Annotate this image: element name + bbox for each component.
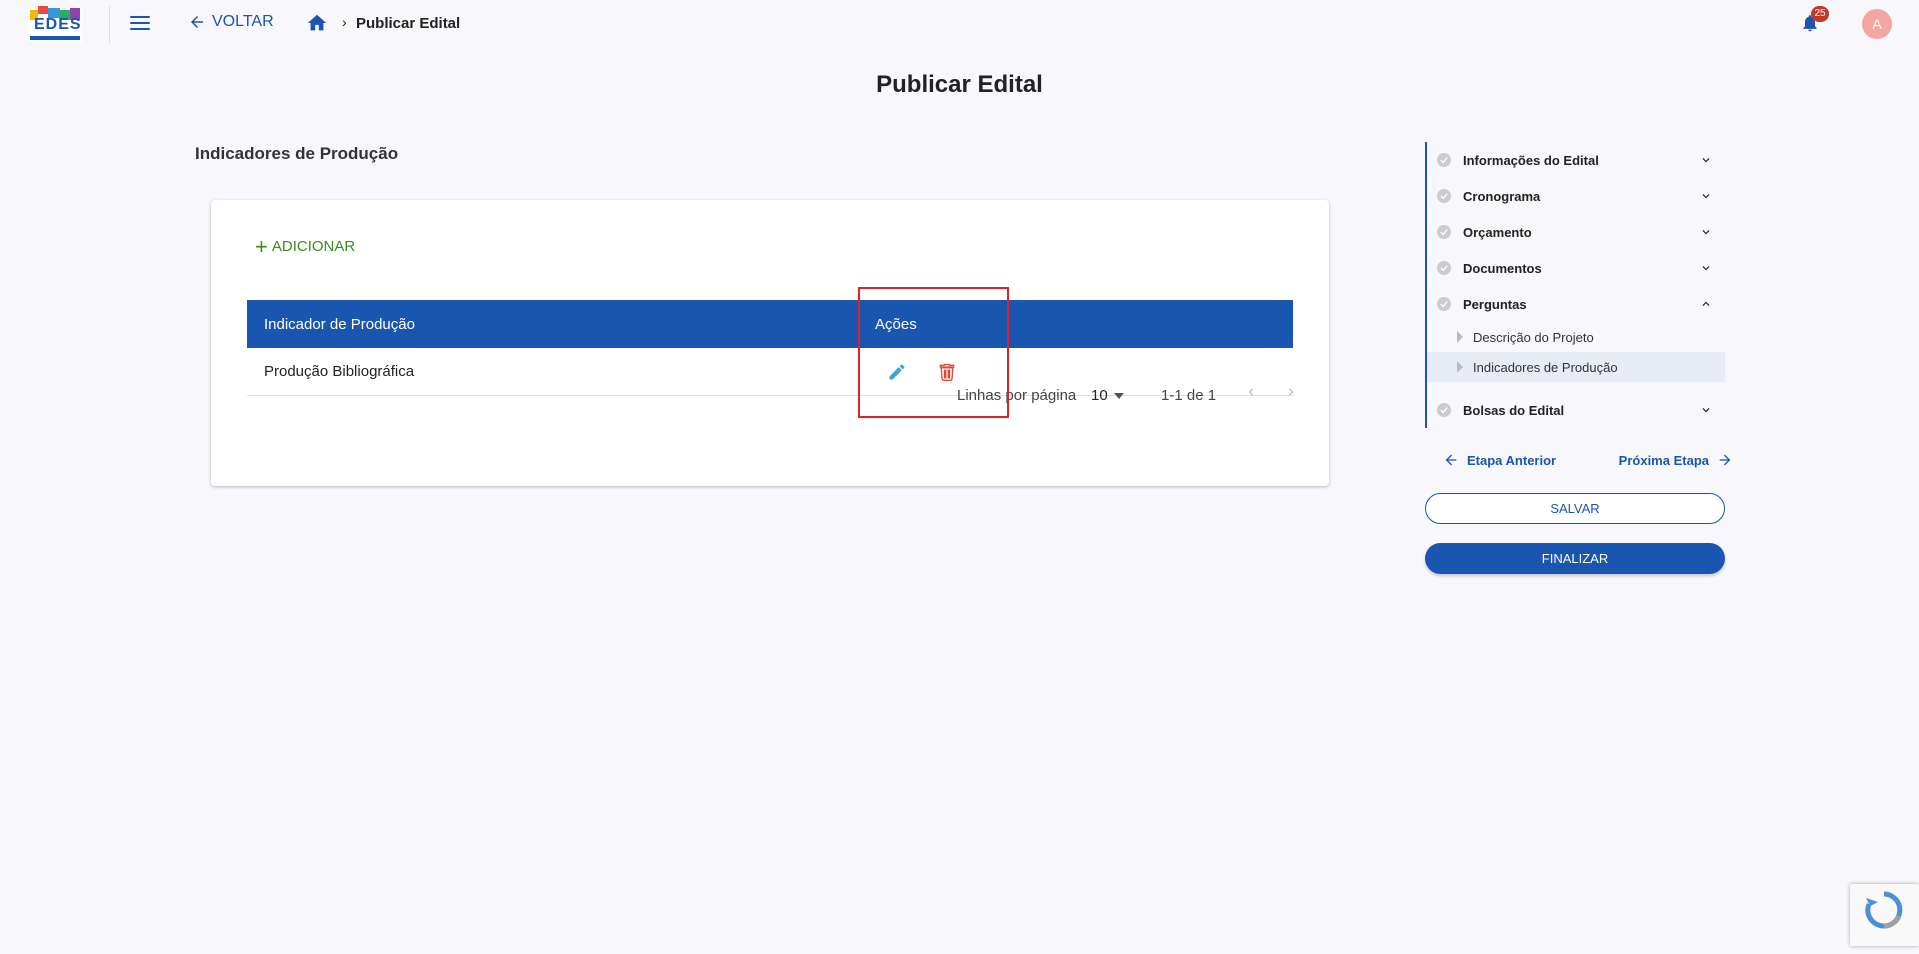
step-label: Documentos [1463,260,1542,276]
step-cronograma[interactable]: Cronograma [1425,178,1725,214]
save-button[interactable]: SALVAR [1425,493,1725,524]
check-circle-icon [1437,189,1451,203]
back-label: VOLTAR [212,13,274,30]
check-circle-icon [1437,261,1451,275]
column-header-indicador: Indicador de Produção [264,315,415,333]
previous-step-label: Etapa Anterior [1467,452,1557,468]
add-label: ADICIONAR [271,238,356,255]
finish-button[interactable]: FINALIZAR [1425,543,1725,574]
avatar[interactable]: A [1862,9,1892,39]
pagination-range: 1-1 de 1 [1161,387,1217,404]
next-step-button[interactable]: Próxima Etapa [1619,452,1733,468]
top-bar: EDES VOLTAR › Publicar Edital 25 A [0,0,1919,46]
cell-indicador: Produção Bibliográfica [264,363,415,380]
next-page-button[interactable] [1284,385,1298,403]
step-orcamento[interactable]: Orçamento [1425,214,1725,250]
step-perguntas[interactable]: Perguntas [1425,286,1725,322]
row-actions [875,362,957,382]
menu-button[interactable] [130,12,150,34]
stepper: Informações do Edital Cronograma Orçamen… [1425,142,1725,428]
chevron-up-icon [1702,301,1710,306]
recaptcha-icon [1865,891,1903,929]
add-button[interactable]: + ADICIONAR [255,233,356,259]
step-label: Cronograma [1463,188,1541,204]
rows-per-page-value: 10 [1091,387,1108,404]
arrow-left-icon [191,16,203,28]
arrow-right-icon [1719,454,1731,466]
step-navigation: Etapa Anterior Próxima Etapa [1443,452,1733,468]
previous-page-button[interactable] [1244,385,1258,403]
breadcrumb-current: Publicar Edital [356,15,461,32]
check-circle-icon [1437,225,1451,239]
chevron-right-icon [1289,388,1294,396]
pagination: Linhas por página 10 1-1 de 1 [211,381,1329,411]
substep-label: Descrição do Projeto [1473,329,1594,345]
chevron-left-icon [1248,388,1253,396]
notification-badge: 25 [1811,6,1829,22]
chevron-down-icon [1702,158,1710,163]
home-button[interactable] [306,12,328,39]
edit-button[interactable] [887,362,907,382]
menu-icon [130,16,150,18]
substep-descricao-projeto[interactable]: Descrição do Projeto [1425,322,1725,352]
step-label: Orçamento [1463,224,1532,240]
step-informacoes[interactable]: Informações do Edital [1425,142,1725,178]
trash-icon [939,363,955,381]
chevron-down-icon [1702,266,1710,271]
caret-right-icon [1457,331,1463,343]
chevron-down-icon [1702,194,1710,199]
chevron-down-icon [1702,230,1710,235]
step-label: Bolsas do Edital [1463,402,1565,418]
step-documentos[interactable]: Documentos [1425,250,1725,286]
step-label: Perguntas [1463,296,1527,312]
chevron-down-icon [1702,408,1710,413]
substep-label: Indicadores de Produção [1473,359,1618,375]
rows-per-page-label: Linhas por página [957,387,1077,404]
arrow-left-icon [1445,454,1457,466]
section-title: Indicadores de Produção [195,144,399,163]
step-label: Informações do Edital [1463,152,1599,168]
check-circle-icon [1437,403,1451,417]
next-step-label: Próxima Etapa [1618,452,1709,468]
logo-divider [109,6,110,44]
rows-per-page-select[interactable]: 10 [1091,387,1124,404]
table-header: Indicador de Produção Ações [247,300,1293,348]
step-bolsas[interactable]: Bolsas do Edital [1425,392,1725,428]
breadcrumb-separator-icon: › [342,14,347,30]
pencil-icon [889,363,905,379]
recaptcha-badge[interactable] [1850,884,1919,946]
indicators-card: + ADICIONAR Indicador de Produção Ações … [211,200,1329,486]
previous-step-button[interactable]: Etapa Anterior [1443,452,1556,468]
caret-right-icon [1457,361,1463,373]
plus-icon: + [255,233,268,259]
logo-text: EDES [34,16,82,33]
logo[interactable]: EDES [26,2,84,46]
page-title: Publicar Edital [876,71,1043,98]
substep-indicadores-producao[interactable]: Indicadores de Produção [1425,352,1725,382]
home-icon [307,14,327,31]
check-circle-icon [1437,153,1451,167]
back-button[interactable]: VOLTAR [188,13,274,31]
avatar-initial: A [1872,16,1882,32]
column-header-acoes: Ações [875,315,917,333]
caret-down-icon [1113,392,1124,399]
check-circle-icon [1437,297,1451,311]
delete-button[interactable] [937,362,957,382]
